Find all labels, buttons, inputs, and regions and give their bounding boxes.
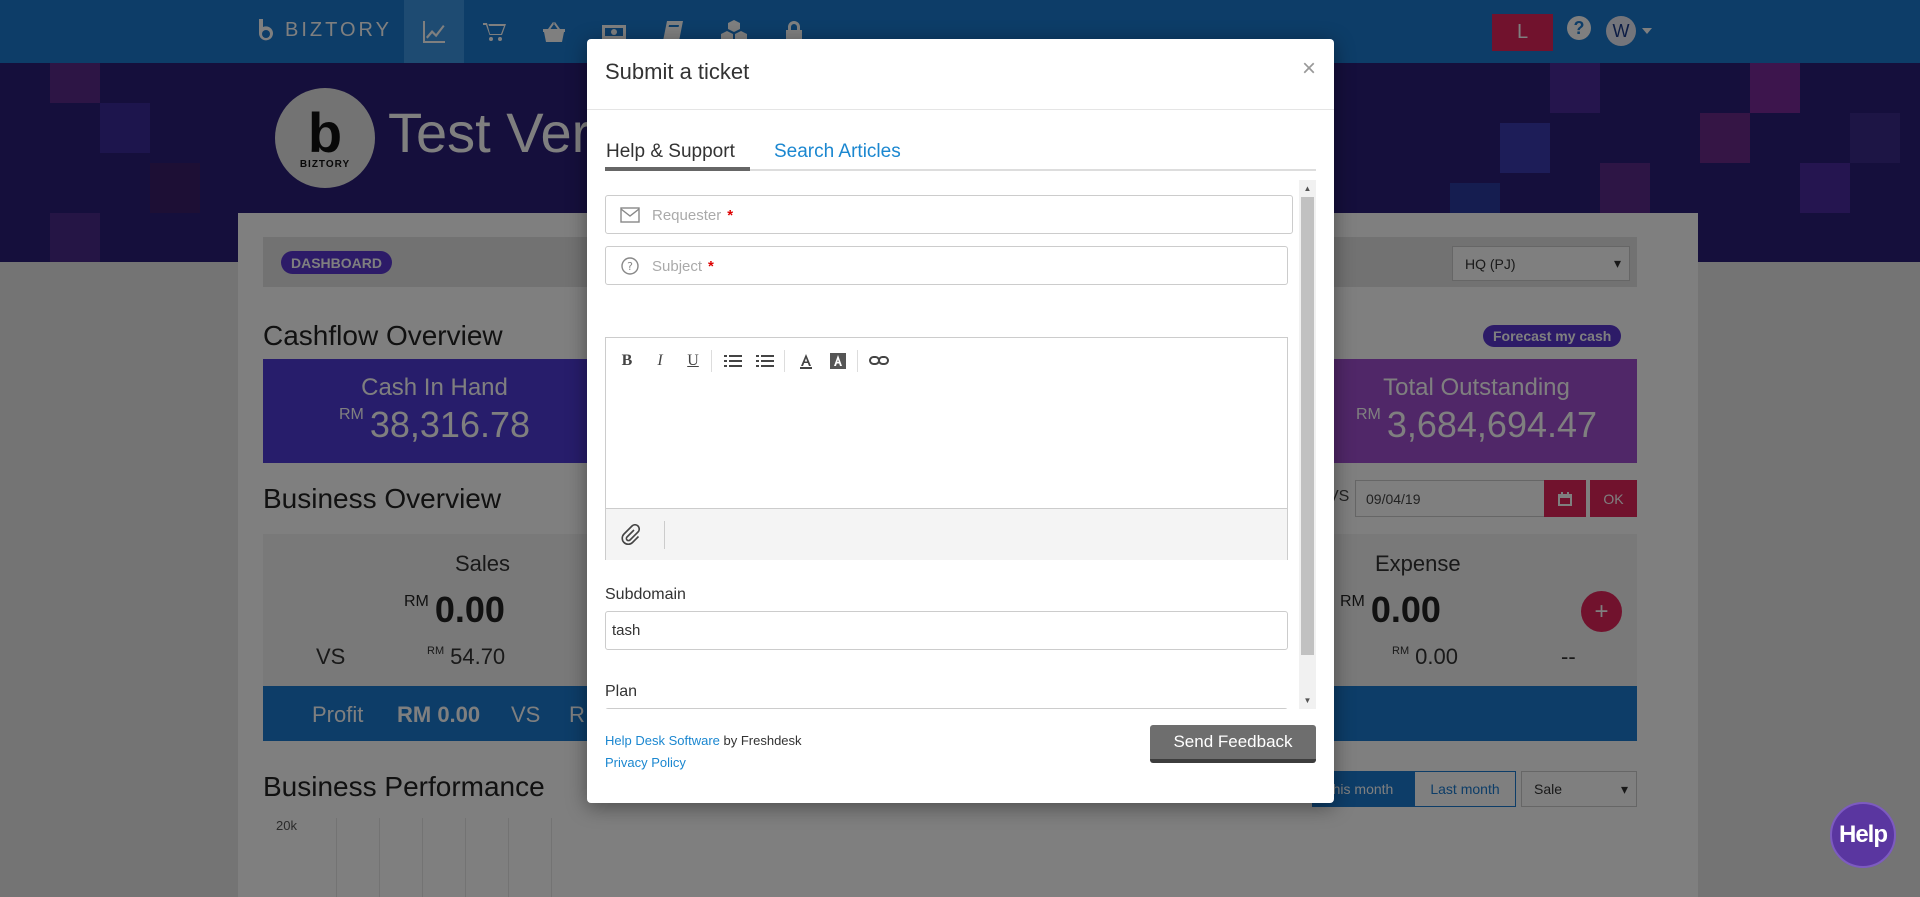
privacy-policy-link[interactable]: Privacy Policy	[605, 755, 686, 770]
editor-footer	[606, 508, 1287, 560]
placeholder-text: Requester	[652, 207, 722, 224]
bullet-list-button[interactable]	[722, 350, 744, 372]
modal-title: Submit a ticket	[605, 59, 750, 84]
underline-button[interactable]: U	[682, 350, 704, 372]
modal-header: Submit a ticket ×	[587, 39, 1334, 110]
list-ul-icon	[724, 355, 742, 367]
bold-button[interactable]: B	[616, 350, 638, 372]
scroll-down-icon[interactable]: ▼	[1299, 692, 1316, 709]
scroll-up-icon[interactable]: ▲	[1299, 180, 1316, 197]
ticket-form: Requester * ? Subject * B I U Subdomain …	[605, 180, 1316, 709]
placeholder-text: Subject	[652, 258, 703, 275]
required-mark: *	[708, 258, 714, 275]
background-color-button[interactable]	[827, 350, 849, 372]
plan-label: Plan	[605, 683, 638, 700]
description-editor[interactable]: B I U	[605, 337, 1288, 560]
font-color-icon	[800, 354, 812, 369]
subdomain-input[interactable]: tash	[605, 611, 1288, 650]
form-scrollbar[interactable]: ▲ ▼	[1299, 180, 1316, 709]
by-freshdesk: by Freshdesk	[719, 733, 802, 748]
modal-tabs: Help & Support Search Articles	[605, 141, 1316, 171]
help-widget-button[interactable]: Help	[1830, 802, 1896, 868]
font-color-button[interactable]	[795, 350, 817, 372]
toolbar-separator	[857, 350, 858, 372]
tab-help-support[interactable]: Help & Support	[605, 141, 750, 171]
plan-input[interactable]: l	[605, 708, 1288, 709]
envelope-icon	[620, 207, 640, 223]
question-circle-icon: ?	[621, 257, 639, 275]
list-ol-icon	[756, 355, 774, 367]
subject-field[interactable]: ? Subject *	[605, 246, 1288, 285]
numbered-list-button[interactable]	[754, 350, 776, 372]
required-mark: *	[727, 207, 734, 224]
paperclip-icon[interactable]	[620, 524, 640, 546]
send-feedback-button[interactable]: Send Feedback	[1150, 725, 1316, 763]
highlight-icon	[830, 353, 846, 369]
requester-field[interactable]: Requester *	[605, 195, 1293, 234]
scroll-thumb[interactable]	[1301, 197, 1314, 655]
submit-ticket-modal: Submit a ticket × Help & Support Search …	[587, 39, 1334, 803]
tab-search-articles[interactable]: Search Articles	[774, 141, 901, 171]
svg-text:?: ?	[627, 260, 633, 273]
modal-footer-links: Help Desk Software by Freshdesk Privacy …	[605, 730, 802, 774]
italic-button[interactable]: I	[649, 350, 671, 372]
toolbar-separator	[784, 350, 785, 372]
help-desk-software-link[interactable]: Help Desk Software	[605, 733, 720, 748]
subject-placeholder: Subject *	[652, 258, 714, 275]
subdomain-label: Subdomain	[605, 586, 686, 603]
link-icon	[869, 356, 889, 365]
insert-link-button[interactable]	[868, 350, 890, 372]
footer-separator	[664, 521, 665, 549]
requester-placeholder: Requester *	[652, 207, 733, 224]
editor-toolbar: B I U	[606, 338, 1287, 382]
close-icon[interactable]: ×	[1302, 55, 1316, 83]
toolbar-separator	[711, 350, 712, 372]
